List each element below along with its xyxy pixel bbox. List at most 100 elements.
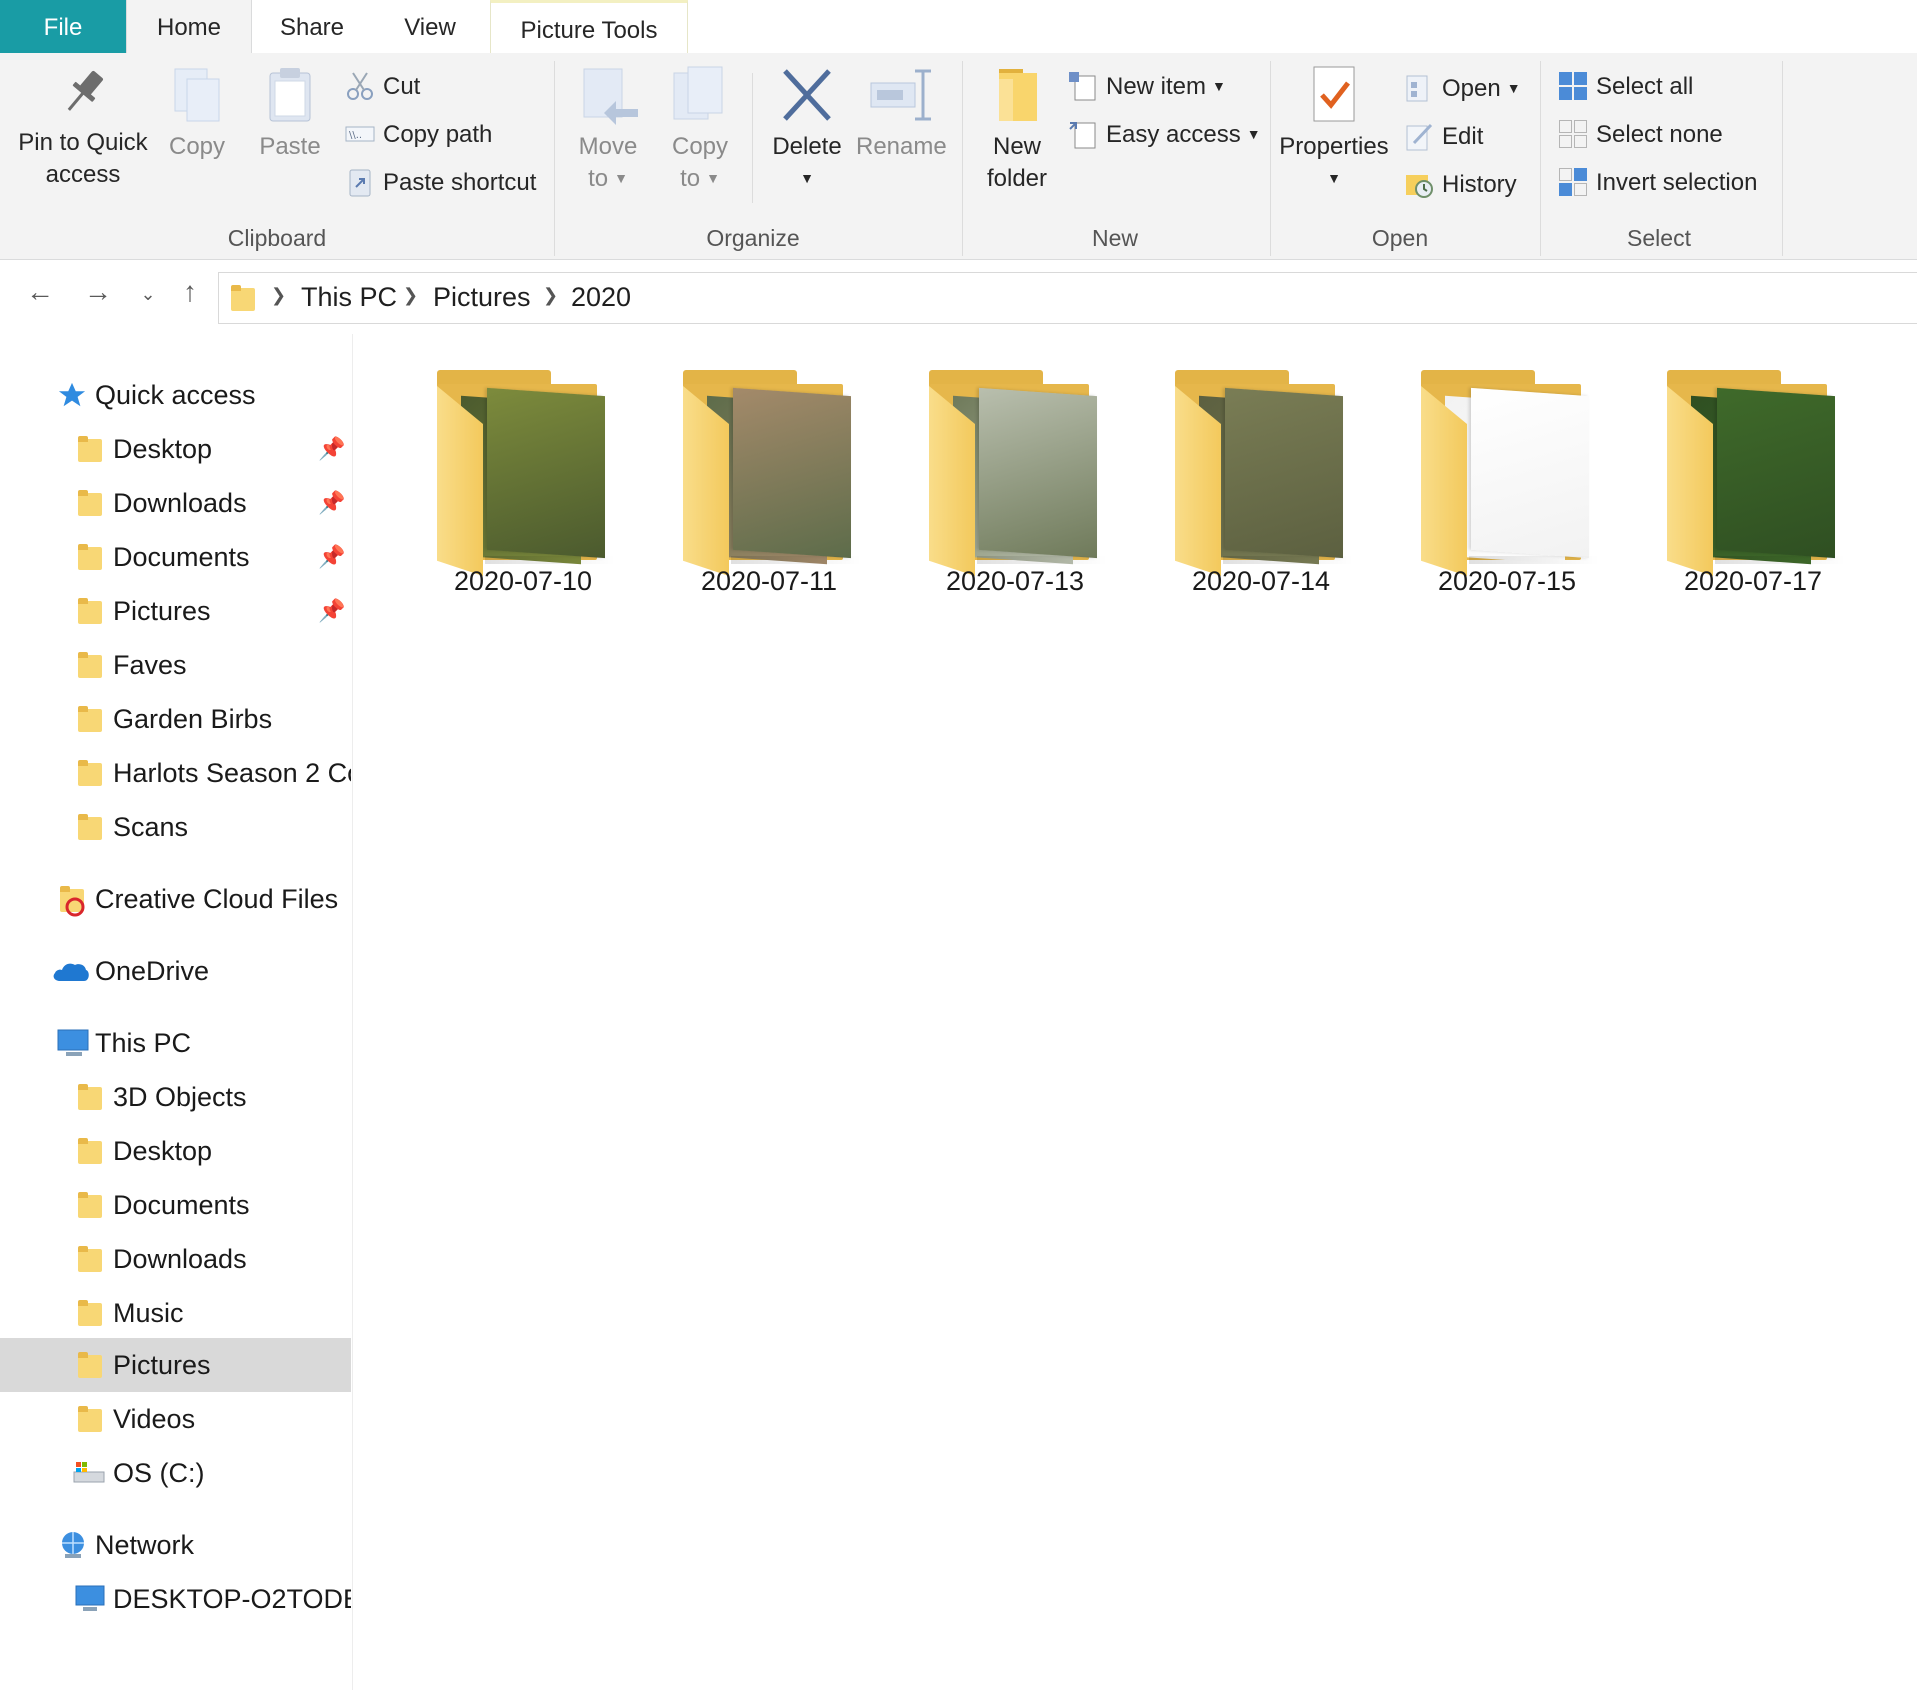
invert-selection-button[interactable]: Invert selection — [1558, 163, 1757, 203]
pin-to-quick-access-button[interactable]: Pin to Quick access — [10, 65, 156, 191]
nav-quick-garden-birbs[interactable]: Garden Birbs — [0, 692, 351, 746]
copy-button[interactable]: Copy — [160, 65, 234, 163]
ribbon: Pin to Quick access Copy Paste Cut \\.. … — [0, 53, 1917, 260]
ribbon-separator — [1270, 61, 1271, 256]
ribbon-tab-strip: File Home Share View Picture Tools — [0, 0, 1917, 54]
delete-dropdown[interactable]: ▼ — [764, 163, 850, 197]
pin-icon — [67, 70, 103, 111]
open-label: Open — [1442, 75, 1501, 102]
folder-preview-image — [733, 387, 851, 559]
ribbon-separator — [1540, 61, 1541, 256]
folder-tile[interactable]: 2020-07-13 — [845, 370, 1107, 610]
onedrive-cloud-icon — [53, 963, 89, 981]
tab-share[interactable]: Share — [256, 0, 368, 53]
rename-icon — [870, 69, 931, 121]
folder-tile[interactable]: 2020-07-15 — [1337, 370, 1599, 610]
nav-creative-cloud-files[interactable]: Creative Cloud Files — [0, 872, 351, 926]
nav-pc-videos[interactable]: Videos — [0, 1392, 351, 1446]
copy-to-button[interactable]: Copy to ▼ — [660, 65, 740, 197]
nav-pc-documents[interactable]: Documents — [0, 1178, 351, 1232]
videos-folder-icon — [78, 1406, 102, 1432]
tab-home[interactable]: Home — [126, 0, 252, 54]
nav-pc-3d-objects[interactable]: 3D Objects — [0, 1070, 351, 1124]
nav-quick-documents[interactable]: Documents 📌 — [0, 530, 351, 584]
nav-onedrive[interactable]: OneDrive — [0, 944, 351, 998]
nav-item-label: OneDrive — [95, 956, 210, 986]
pin-label-2: access — [45, 161, 121, 188]
creative-cloud-icon — [65, 897, 85, 917]
nav-quick-scans[interactable]: Scans — [0, 800, 351, 854]
open-button[interactable]: Open ▼ — [1404, 69, 1521, 109]
breadcrumb-2020[interactable]: 2020 — [571, 282, 631, 313]
downloads-folder-icon — [78, 1246, 102, 1272]
easy-access-button[interactable]: Easy access ▼ — [1068, 115, 1261, 155]
forward-button[interactable]: → — [78, 276, 118, 308]
paste-button[interactable]: Paste — [252, 65, 328, 163]
pin-icon[interactable]: 📌 — [318, 530, 345, 584]
nav-item-label: Downloads — [113, 488, 247, 518]
select-group-label: Select — [1627, 225, 1691, 251]
folder-tile[interactable]: 2020-07-10 — [353, 370, 615, 610]
history-button[interactable]: History — [1404, 165, 1517, 205]
new-folder-button[interactable]: New folder — [974, 65, 1060, 195]
properties-button[interactable]: Properties ▼ — [1278, 65, 1390, 197]
tab-picture-tools[interactable]: Picture Tools — [490, 0, 688, 53]
nav-pc-desktop[interactable]: Desktop — [0, 1124, 351, 1178]
folder-tile[interactable]: 2020-07-14 — [1091, 370, 1353, 610]
delete-x-icon — [783, 69, 831, 121]
new-item-button[interactable]: New item ▼ — [1068, 67, 1226, 107]
nav-network[interactable]: Network — [0, 1518, 351, 1572]
move-to-button[interactable]: Move to ▼ — [566, 65, 650, 197]
rename-button[interactable]: Rename — [856, 65, 947, 163]
move-to-icon — [583, 68, 638, 125]
copy-path-button[interactable]: \\.. Copy path — [345, 115, 492, 155]
nav-quick-downloads[interactable]: Downloads 📌 — [0, 476, 351, 530]
chevron-down-icon: ▼ — [1327, 170, 1341, 186]
history-icon — [1404, 169, 1434, 199]
folder-tile[interactable]: 2020-07-17 — [1583, 370, 1845, 610]
nav-this-pc[interactable]: This PC — [0, 1016, 351, 1070]
organize-group-label: Organize — [706, 225, 800, 251]
back-button[interactable]: ← — [20, 276, 60, 308]
nav-pc-os-drive[interactable]: OS (C:) — [0, 1446, 351, 1500]
nav-pc-pictures[interactable]: Pictures — [0, 1338, 351, 1392]
svg-text:\\..: \\.. — [349, 130, 362, 141]
up-button[interactable]: ↑ — [170, 276, 210, 308]
delete-button[interactable]: Delete ▼ — [764, 65, 850, 197]
tab-view[interactable]: View — [380, 0, 480, 53]
nav-item-label: Music — [113, 1298, 184, 1328]
pin-icon[interactable]: 📌 — [318, 476, 345, 530]
new-folder-icon — [999, 69, 1037, 121]
breadcrumb-chevron-icon: ❯ — [271, 285, 287, 305]
address-bar[interactable]: ❯ This PC ❯ Pictures ❯ 2020 — [218, 272, 1917, 324]
cut-button[interactable]: Cut — [345, 67, 420, 107]
new-item-icon — [1068, 71, 1098, 101]
nav-pc-music[interactable]: Music — [0, 1286, 351, 1340]
folder-tile[interactable]: 2020-07-11 — [599, 370, 861, 610]
open-icon — [1404, 73, 1434, 103]
pin-icon[interactable]: 📌 — [318, 584, 345, 638]
nav-quick-faves[interactable]: Faves — [0, 638, 351, 692]
nav-quick-desktop[interactable]: Desktop 📌 — [0, 422, 351, 476]
clipboard-icon — [269, 68, 311, 122]
breadcrumb-chevron-icon: ❯ — [403, 285, 419, 305]
tab-file[interactable]: File — [0, 0, 126, 53]
select-none-button[interactable]: Select none — [1558, 115, 1723, 155]
breadcrumb-pictures[interactable]: Pictures — [433, 282, 531, 313]
nav-item-label: Downloads — [113, 1244, 247, 1274]
select-all-button[interactable]: Select all — [1558, 67, 1693, 107]
nav-quick-access[interactable]: Quick access — [0, 368, 351, 422]
nav-network-desktop[interactable]: DESKTOP-O2TODE4 — [0, 1572, 351, 1626]
nav-quick-pictures[interactable]: Pictures 📌 — [0, 584, 351, 638]
nav-item-label: Network — [95, 1530, 195, 1560]
pin-icon[interactable]: 📌 — [318, 422, 345, 476]
nav-quick-access-label: Quick access — [95, 380, 256, 410]
paste-shortcut-button[interactable]: Paste shortcut — [345, 163, 536, 203]
forward-arrow-icon: → — [84, 276, 112, 307]
recent-locations-button[interactable]: ⌄ — [128, 284, 168, 305]
nav-pc-downloads[interactable]: Downloads — [0, 1232, 351, 1286]
breadcrumb-this-pc[interactable]: This PC — [301, 282, 397, 313]
edit-button[interactable]: Edit — [1404, 117, 1483, 157]
properties-dropdown[interactable]: ▼ — [1278, 163, 1390, 197]
nav-quick-harlots[interactable]: Harlots Season 2 Co — [0, 746, 351, 800]
